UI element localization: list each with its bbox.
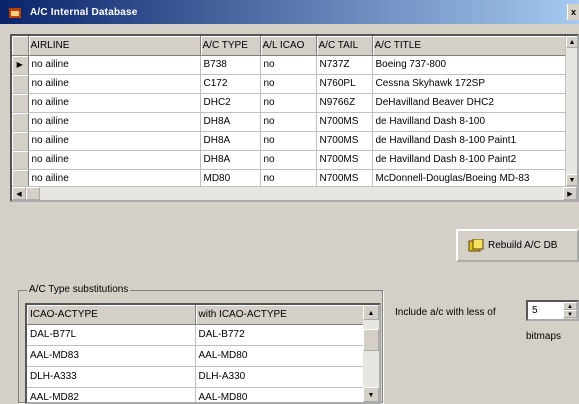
cell-airline[interactable]: no ailine (28, 93, 201, 113)
cell-ac-type[interactable]: DH8A (200, 150, 261, 170)
cell-ac-tail[interactable]: N700MS (316, 131, 373, 151)
aircraft-grid[interactable]: AIRLINE A/C TYPE A/L ICAO A/C TAIL A/C T… (10, 34, 579, 202)
row-indicator-header (12, 36, 29, 56)
row-indicator (12, 112, 29, 132)
cell-with-icao-actype[interactable]: DLH-A330 (195, 366, 364, 388)
row-indicator (12, 131, 29, 151)
cell-ac-tail[interactable]: N9766Z (316, 93, 373, 113)
cell-airline[interactable]: no ailine (28, 131, 201, 151)
ac-type-substitutions-group: A/C Type substitutions ICAO-ACTYPE with … (18, 284, 383, 404)
cell-with-icao-actype[interactable]: AAL-MD80 (195, 345, 364, 367)
scroll-thumb[interactable] (26, 187, 40, 200)
cell-ac-tail[interactable]: N700MS (316, 112, 373, 132)
table-row[interactable]: DLH-A333 DLH-A330 (27, 366, 364, 388)
scroll-down-arrow-icon[interactable]: ▼ (566, 174, 577, 186)
bitmap-count-spinner[interactable]: 5 ▲ ▼ (526, 300, 579, 321)
cell-with-icao-actype[interactable]: DAL-B772 (195, 324, 364, 346)
cell-ac-tail[interactable]: N760PL (316, 74, 373, 94)
spin-down-icon[interactable]: ▼ (563, 310, 577, 318)
cell-ac-title[interactable]: Cessna Skyhawk 172SP (372, 74, 570, 94)
cell-ac-type[interactable]: DHC2 (200, 93, 261, 113)
table-row[interactable]: no ailine DH8A no N700MS de Havilland Da… (12, 112, 570, 132)
rebuild-db-button[interactable]: Rebuild A/C DB (456, 229, 579, 262)
cell-icao-actype[interactable]: DAL-B77L (27, 324, 196, 346)
table-row[interactable]: no ailine DHC2 no N9766Z DeHavilland Bea… (12, 93, 570, 113)
spinner-buttons[interactable]: ▲ ▼ (563, 302, 577, 319)
cell-ac-type[interactable]: DH8A (200, 131, 261, 151)
row-indicator (12, 93, 29, 113)
cell-ac-type[interactable]: C172 (200, 74, 261, 94)
column-header-ac-tail[interactable]: A/C TAIL (316, 36, 373, 56)
scroll-thumb[interactable] (363, 329, 379, 351)
cell-ac-title[interactable]: de Havilland Dash 8-100 Paint1 (372, 131, 570, 151)
rebuild-db-label: Rebuild A/C DB (488, 240, 558, 251)
table-row[interactable]: DAL-B77L DAL-B772 (27, 324, 364, 346)
cell-al-icao[interactable]: no (260, 131, 317, 151)
cell-airline[interactable]: no ailine (28, 55, 201, 75)
cell-ac-title[interactable]: DeHavilland Beaver DHC2 (372, 93, 570, 113)
scroll-down-arrow-icon[interactable]: ▼ (363, 387, 379, 402)
bitmaps-label: bitmaps (526, 331, 562, 342)
app-icon (9, 8, 21, 18)
column-header-airline[interactable]: AIRLINE (28, 36, 201, 56)
cell-ac-tail[interactable]: N700MS (316, 150, 373, 170)
window-title: A/C Internal Database (30, 7, 138, 18)
cell-airline[interactable]: no ailine (28, 150, 201, 170)
include-label: Include a/c with less of (395, 307, 496, 318)
substitutions-grid[interactable]: ICAO-ACTYPE with ICAO-ACTYPE DAL-B77L DA… (25, 303, 381, 404)
cell-ac-title[interactable]: de Havilland Dash 8-100 Paint2 (372, 150, 570, 170)
column-header-al-icao[interactable]: A/L ICAO (260, 36, 317, 56)
cell-ac-tail[interactable]: N737Z (316, 55, 373, 75)
cell-icao-actype[interactable]: DLH-A333 (27, 366, 196, 388)
table-row[interactable]: no ailine DH8A no N700MS de Havilland Da… (12, 150, 570, 170)
scroll-right-arrow-icon[interactable]: ▶ (563, 187, 577, 200)
table-row[interactable]: no ailine DH8A no N700MS de Havilland Da… (12, 131, 570, 151)
cell-ac-type[interactable]: DH8A (200, 112, 261, 132)
scroll-up-arrow-icon[interactable]: ▲ (363, 305, 379, 320)
row-indicator (12, 150, 29, 170)
grid-vertical-scrollbar[interactable]: ▲ ▼ (565, 36, 577, 186)
cell-al-icao[interactable]: no (260, 112, 317, 132)
current-row-indicator: ▶ (12, 55, 29, 75)
substitutions-vertical-scrollbar[interactable]: ▲ ▼ (363, 305, 379, 402)
group-legend: A/C Type substitutions (27, 284, 131, 295)
table-row[interactable]: ▶ no ailine B738 no N737Z Boeing 737-800 (12, 55, 570, 75)
scroll-up-arrow-icon[interactable]: ▲ (566, 36, 577, 48)
cell-with-icao-actype[interactable]: AAL-MD80 (195, 387, 364, 402)
column-header-icao-actype[interactable]: ICAO-ACTYPE (27, 305, 196, 325)
cell-al-icao[interactable]: no (260, 74, 317, 94)
cell-ac-type[interactable]: B738 (200, 55, 261, 75)
table-row[interactable]: AAL-MD82 AAL-MD80 (27, 387, 364, 402)
column-header-with-icao-actype[interactable]: with ICAO-ACTYPE (195, 305, 364, 325)
database-icon (468, 239, 484, 252)
table-row[interactable]: AAL-MD83 AAL-MD80 (27, 345, 364, 367)
table-row[interactable]: no ailine C172 no N760PL Cessna Skyhawk … (12, 74, 570, 94)
close-button[interactable]: x (567, 4, 579, 20)
spin-up-icon[interactable]: ▲ (563, 302, 577, 310)
cell-al-icao[interactable]: no (260, 150, 317, 170)
cell-al-icao[interactable]: no (260, 55, 317, 75)
grid-horizontal-scrollbar[interactable]: ◀ ▶ (12, 186, 577, 200)
cell-al-icao[interactable]: no (260, 93, 317, 113)
bitmap-count-value[interactable]: 5 (532, 305, 538, 316)
title-bar: A/C Internal Database x (0, 0, 579, 24)
cell-ac-title[interactable]: Boeing 737-800 (372, 55, 570, 75)
column-header-ac-title[interactable]: A/C TITLE (372, 36, 570, 56)
cell-airline[interactable]: no ailine (28, 112, 201, 132)
cell-icao-actype[interactable]: AAL-MD83 (27, 345, 196, 367)
cell-airline[interactable]: no ailine (28, 74, 201, 94)
cell-icao-actype[interactable]: AAL-MD82 (27, 387, 196, 402)
scroll-left-arrow-icon[interactable]: ◀ (12, 187, 26, 200)
cell-ac-title[interactable]: de Havilland Dash 8-100 (372, 112, 570, 132)
column-header-ac-type[interactable]: A/C TYPE (200, 36, 261, 56)
row-indicator (12, 74, 29, 94)
